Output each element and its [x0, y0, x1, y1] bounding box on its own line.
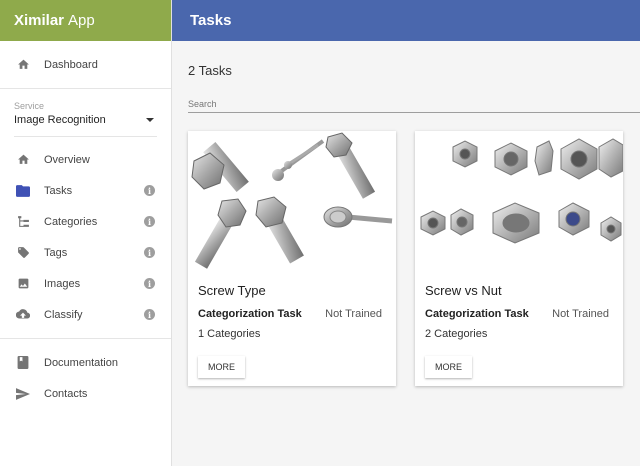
page-title: Tasks: [190, 12, 232, 29]
task-card-screw-type[interactable]: Screw Type Categorization Task Not Train…: [188, 131, 396, 386]
sidebar-item-images[interactable]: Images i: [0, 268, 171, 299]
info-icon[interactable]: i: [144, 247, 155, 258]
sidebar-item-documentation[interactable]: Documentation: [0, 347, 171, 378]
brand-suffix: App: [68, 12, 95, 29]
search-input[interactable]: Search: [188, 99, 640, 113]
task-card-screw-vs-nut[interactable]: Screw vs Nut Categorization Task Not Tra…: [415, 131, 623, 386]
sidebar-item-label: Dashboard: [44, 58, 98, 71]
sidebar-item-dashboard[interactable]: Dashboard: [0, 49, 171, 80]
hierarchy-icon: [16, 215, 30, 229]
app-brand[interactable]: Ximilar App: [0, 0, 171, 41]
sidebar-item-overview[interactable]: Overview: [0, 144, 171, 175]
sidebar-item-classify[interactable]: Classify i: [0, 299, 171, 330]
category-count: 2 Categories: [425, 328, 488, 340]
home-icon: [16, 153, 30, 167]
sidebar-item-tasks[interactable]: Tasks i: [0, 175, 171, 206]
sidebar-item-label: Classify: [44, 308, 83, 321]
sidebar: Ximilar App Dashboard Service Image Reco…: [0, 0, 172, 466]
info-icon[interactable]: i: [144, 309, 155, 320]
task-title: Screw Type: [198, 283, 266, 298]
chevron-down-icon: [146, 118, 154, 122]
task-thumbnail-screws: [188, 131, 396, 269]
service-value: Image Recognition: [14, 114, 106, 126]
service-selector[interactable]: Service Image Recognition: [0, 89, 171, 137]
sidebar-item-label: Overview: [44, 153, 90, 166]
sidebar-item-label: Tasks: [44, 184, 73, 197]
status-badge: Not Trained: [325, 308, 382, 320]
sidebar-item-label: Contacts: [44, 387, 88, 400]
task-type: Categorization Task: [198, 308, 302, 320]
info-icon[interactable]: i: [144, 216, 155, 227]
info-icon[interactable]: i: [144, 185, 155, 196]
task-thumbnail-nuts: [415, 131, 623, 269]
sidebar-item-label: Categories: [44, 215, 98, 228]
category-count: 1 Categories: [198, 328, 261, 340]
tag-icon: [16, 246, 30, 260]
home-icon: [16, 58, 30, 72]
folder-icon: [16, 184, 30, 198]
page-header: Tasks: [172, 0, 640, 41]
brand-name: Ximilar: [14, 12, 65, 29]
more-button[interactable]: MORE: [198, 356, 245, 378]
sidebar-item-label: Documentation: [44, 356, 118, 369]
status-badge: Not Trained: [552, 308, 609, 320]
book-icon: [16, 356, 30, 370]
info-icon[interactable]: i: [144, 278, 155, 289]
service-label: Service: [14, 101, 45, 111]
sidebar-item-categories[interactable]: Categories i: [0, 206, 171, 237]
sidebar-item-label: Images: [44, 277, 81, 290]
service-dropdown[interactable]: Image Recognition: [14, 114, 157, 137]
sidebar-item-tags[interactable]: Tags i: [0, 237, 171, 268]
send-icon: [16, 387, 30, 401]
more-button[interactable]: MORE: [425, 356, 472, 378]
image-icon: [16, 277, 30, 291]
task-count: 2 Tasks: [188, 63, 232, 78]
sidebar-item-label: Tags: [44, 246, 68, 259]
cloud-upload-icon: [16, 308, 30, 322]
sidebar-item-contacts[interactable]: Contacts: [0, 378, 171, 409]
task-type: Categorization Task: [425, 308, 529, 320]
task-title: Screw vs Nut: [425, 283, 502, 298]
main-content: 2 Tasks Search Screw Type Categorization…: [172, 41, 640, 466]
